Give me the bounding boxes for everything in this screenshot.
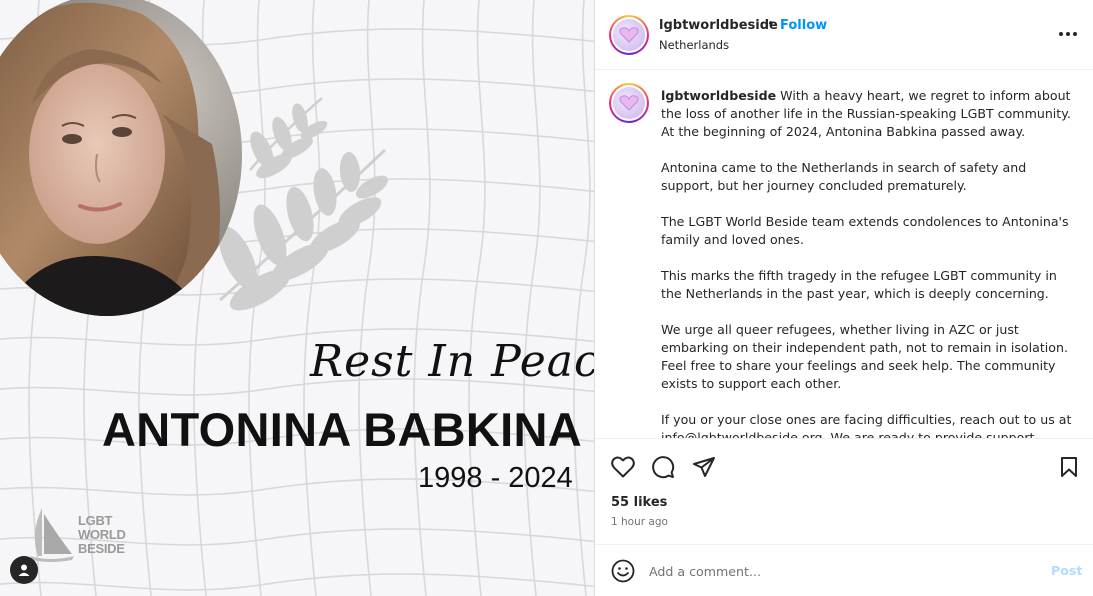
likes-count[interactable]: 55 likes [611, 495, 667, 510]
post-image[interactable]: Rest In Peace ANTONINA BABKINA 1998 - 20… [0, 0, 594, 596]
share-button[interactable] [690, 453, 718, 481]
comment-button[interactable] [649, 453, 677, 481]
post-comment-button[interactable]: Post [1051, 563, 1082, 578]
comment-bar: Post [595, 544, 1093, 596]
separator-dot: • [767, 17, 775, 32]
caption-paragraph: If you or your close ones are facing dif… [661, 412, 1072, 439]
heart-icon [611, 456, 635, 478]
caption-username[interactable]: lgbtworldbeside [661, 88, 776, 103]
caption-paragraph: Antonina came to the Netherlands in sear… [661, 160, 1027, 193]
caption-paragraph: The LGBT World Beside team extends condo… [661, 214, 1069, 247]
like-button[interactable] [609, 453, 637, 481]
emoji-icon[interactable] [611, 559, 635, 583]
heart-logo-icon [619, 27, 639, 43]
rest-in-peace-title: Rest In Peace [310, 336, 594, 387]
bookmark-icon [1061, 457, 1077, 477]
location-link[interactable]: Netherlands [659, 38, 729, 52]
author-username[interactable]: lgbtworldbeside [659, 18, 778, 33]
brand-line-2: WORLD [78, 527, 126, 542]
comment-input[interactable] [649, 557, 1039, 585]
author-avatar[interactable] [609, 15, 649, 55]
memorial-years: 1998 - 2024 [418, 462, 573, 494]
memorial-name: ANTONINA BABKINA [102, 403, 583, 456]
post-timestamp[interactable]: 1 hour ago [611, 516, 668, 528]
brand-line-1: LGBT [78, 513, 113, 528]
more-options-icon[interactable] [1053, 24, 1083, 44]
post-header: lgbtworldbeside • Follow Netherlands [595, 0, 1093, 70]
user-tag-icon [18, 564, 30, 576]
user-tag-button[interactable] [10, 556, 38, 584]
caption-paragraph: We urge all queer refugees, whether livi… [661, 322, 1068, 391]
post-caption: lgbtworldbeside With a heavy heart, we r… [661, 87, 1073, 439]
brand-wordmark: LGBT WORLD BESIDE [78, 514, 126, 556]
lgbt-world-beside-logo-icon [30, 508, 74, 562]
caption-scroll-area[interactable]: lgbtworldbeside With a heavy heart, we r… [595, 71, 1093, 439]
caption-paragraph: This marks the fifth tragedy in the refu… [661, 268, 1057, 301]
follow-button[interactable]: Follow [780, 18, 827, 33]
comment-icon [652, 456, 675, 479]
heart-logo-icon [619, 95, 639, 111]
share-icon [693, 457, 715, 477]
caption-author-avatar[interactable] [609, 83, 649, 123]
brand-line-3: BESIDE [78, 541, 125, 556]
post-actions-bar [595, 450, 1093, 484]
save-button[interactable] [1055, 453, 1083, 481]
post-details-panel: lgbtworldbeside • Follow Netherlands lgb… [594, 0, 1093, 596]
